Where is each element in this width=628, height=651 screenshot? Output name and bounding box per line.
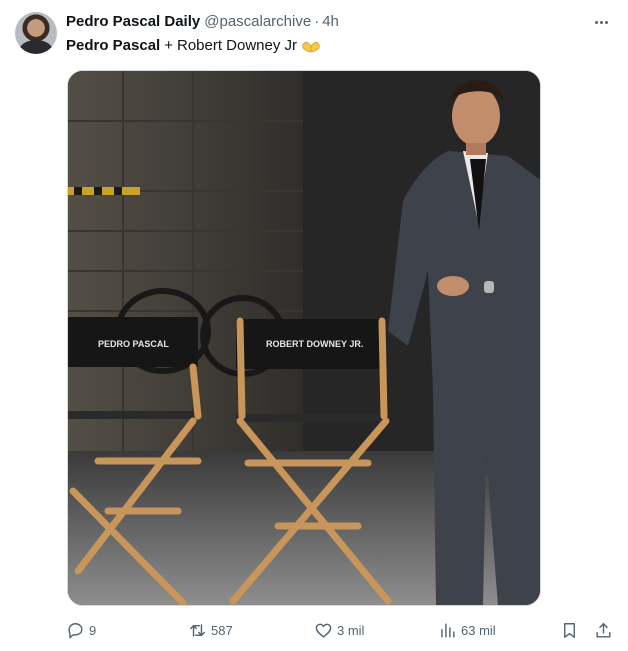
views-count: 63 mil [461,622,496,638]
like-button[interactable]: 3 mil [314,618,364,642]
photo-scene: PEDRO PASCAL ROBERT DOWNEY JR. [68,71,540,605]
chair-right-label: ROBERT DOWNEY JR. [266,339,363,349]
share-button[interactable] [594,618,613,642]
tweet-text: Pedro Pascal + Robert Downey Jr [66,36,321,56]
retweet-icon [190,623,205,637]
tweet-timestamp[interactable]: 4h [322,13,339,30]
heart-hands-emoji-icon [302,41,320,53]
bookmark-button[interactable] [560,618,579,642]
retweet-count: 587 [211,622,233,638]
more-dot [594,20,598,24]
more-dots-icon[interactable] [590,14,612,30]
tweet-text-name-one: Pedro Pascal [66,37,161,54]
tweet-text-joiner: + [164,37,173,54]
author-handle[interactable]: @pascalarchive [204,13,311,30]
like-count: 3 mil [337,622,365,638]
chair-left-label: PEDRO PASCAL [98,339,169,349]
author-display-name[interactable]: Pedro Pascal Daily [66,13,200,30]
avatar[interactable] [15,12,57,54]
tweet-actions: 9 587 3 mil 63 mil [66,618,614,642]
reply-button[interactable]: 9 [66,618,96,642]
tweet-photo[interactable]: PEDRO PASCAL ROBERT DOWNEY JR. [67,70,541,606]
tweet-text-name-two: Robert Downey Jr [176,37,298,54]
tweet-header: Pedro Pascal Daily @pascalarchive · 4h [66,13,339,33]
retweet-button[interactable]: 587 [188,618,233,642]
avatar-shoulders [19,40,53,54]
tweet-card[interactable]: Pedro Pascal Daily @pascalarchive · 4h P… [0,0,628,651]
bookmark-icon [564,622,575,638]
reply-icon [68,622,83,638]
heart-icon [315,623,332,638]
views-button[interactable]: 63 mil [438,618,496,642]
reply-count: 9 [89,622,97,638]
views-chart-icon [441,622,455,638]
share-icon [596,622,611,638]
header-separator: · [314,13,320,30]
more-dot [599,20,603,24]
more-dot [604,20,608,24]
